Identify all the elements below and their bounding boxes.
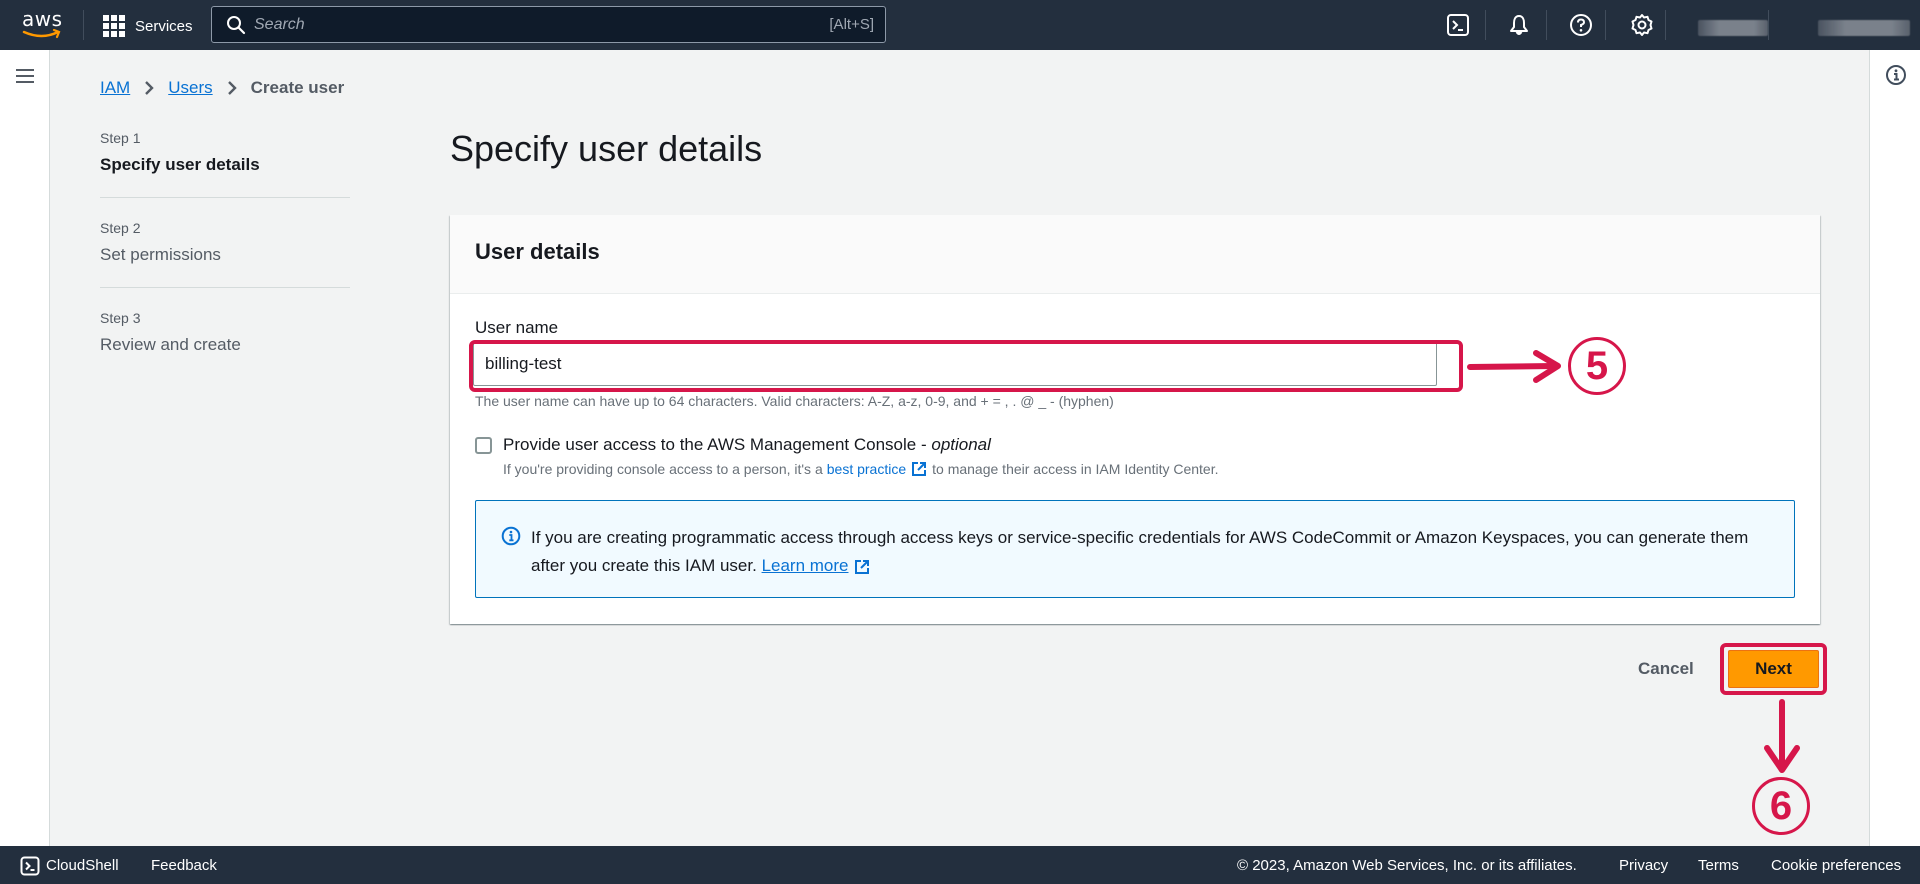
- step-title: Set permissions: [100, 245, 221, 264]
- search-box[interactable]: [Alt+S]: [211, 6, 886, 43]
- info-alert-text: If you are creating programmatic access …: [531, 528, 1749, 575]
- step-title: Specify user details: [100, 155, 260, 174]
- chevron-right-icon: [227, 81, 237, 95]
- wizard-steps: Step 1 Specify user details Step 2 Set p…: [100, 130, 350, 399]
- user-name-input[interactable]: [473, 342, 1437, 386]
- grid-icon: [103, 15, 125, 37]
- search-input[interactable]: [254, 15, 830, 34]
- learn-more-link[interactable]: Learn more: [762, 556, 849, 575]
- console-footer: CloudShell Feedback © 2023, Amazon Web S…: [0, 846, 1920, 884]
- panel-header: User details: [450, 215, 1820, 294]
- bell-icon[interactable]: [1507, 13, 1531, 37]
- menu-icon[interactable]: [16, 69, 34, 83]
- annotation-arrow-down-icon: [1764, 699, 1800, 773]
- info-icon[interactable]: [1885, 64, 1907, 86]
- wizard-step-3: Step 3 Review and create: [100, 310, 350, 377]
- services-label: Services: [135, 17, 193, 35]
- aws-smile-icon: [22, 29, 61, 39]
- gear-icon[interactable]: [1630, 13, 1654, 37]
- services-menu-button[interactable]: Services: [103, 15, 193, 37]
- cloudshell-icon[interactable]: [1446, 13, 1470, 37]
- user-name-label: User name: [475, 318, 559, 337]
- step-number: Step 2: [100, 220, 141, 236]
- tools-panel-collapsed: [1869, 50, 1920, 846]
- divider: [1546, 10, 1547, 40]
- aws-logo-text: aws: [22, 7, 63, 31]
- breadcrumb-users-link[interactable]: Users: [168, 78, 212, 98]
- wizard-step-1: Step 1 Specify user details: [100, 130, 350, 198]
- copyright-text: © 2023, Amazon Web Services, Inc. or its…: [1237, 857, 1577, 874]
- console-access-description: If you're providing console access to a …: [503, 461, 1219, 477]
- aws-logo[interactable]: aws: [20, 7, 64, 41]
- external-link-icon: [912, 462, 927, 476]
- info-icon: [501, 526, 521, 546]
- divider: [1605, 10, 1606, 40]
- terms-link[interactable]: Terms: [1698, 857, 1739, 874]
- user-details-panel: User details User name The user name can…: [450, 215, 1820, 624]
- divider: [1768, 10, 1769, 40]
- privacy-link[interactable]: Privacy: [1619, 857, 1668, 874]
- divider: [1665, 10, 1666, 40]
- user-name-constraint-text: The user name can have up to 64 characte…: [475, 393, 1114, 409]
- cancel-button[interactable]: Cancel: [1630, 655, 1702, 683]
- feedback-link[interactable]: Feedback: [151, 857, 217, 874]
- best-practice-link[interactable]: best practice: [827, 461, 906, 477]
- divider: [83, 10, 84, 40]
- step-number: Step 1: [100, 130, 141, 146]
- info-alert: If you are creating programmatic access …: [475, 500, 1795, 598]
- chevron-right-icon: [145, 81, 154, 95]
- page-title: Specify user details: [450, 128, 763, 169]
- cookie-preferences-link[interactable]: Cookie preferences: [1771, 857, 1901, 874]
- step-title: Review and create: [100, 335, 241, 354]
- top-navigation-bar: aws Services [Alt+S]: [0, 0, 1920, 50]
- side-navigation-collapsed: [0, 50, 50, 846]
- region-selector-redacted[interactable]: [1698, 20, 1768, 36]
- console-access-checkbox[interactable]: [475, 436, 492, 454]
- user-name-field: [473, 342, 1437, 386]
- console-access-option: Provide user access to the AWS Managemen…: [475, 435, 991, 455]
- help-icon[interactable]: [1569, 13, 1593, 37]
- cloudshell-link[interactable]: CloudShell: [46, 857, 119, 874]
- next-button[interactable]: Next: [1728, 650, 1819, 688]
- annotation-step-6-badge: 6: [1752, 777, 1810, 835]
- breadcrumb: IAM Users Create user: [100, 78, 344, 98]
- wizard-step-2: Step 2 Set permissions: [100, 220, 350, 288]
- console-access-label[interactable]: Provide user access to the AWS Managemen…: [503, 435, 991, 455]
- panel-title: User details: [475, 239, 600, 264]
- search-icon: [227, 15, 246, 34]
- external-link-icon: [854, 559, 869, 574]
- cloudshell-icon[interactable]: [20, 856, 40, 876]
- annotation-step-5-badge: 5: [1568, 337, 1626, 395]
- breadcrumb-current: Create user: [250, 78, 345, 97]
- step-number: Step 3: [100, 310, 141, 326]
- search-shortcut-hint: [Alt+S]: [829, 16, 874, 33]
- divider: [1485, 10, 1486, 40]
- breadcrumb-iam-link[interactable]: IAM: [100, 78, 130, 98]
- account-menu-redacted[interactable]: [1818, 20, 1910, 36]
